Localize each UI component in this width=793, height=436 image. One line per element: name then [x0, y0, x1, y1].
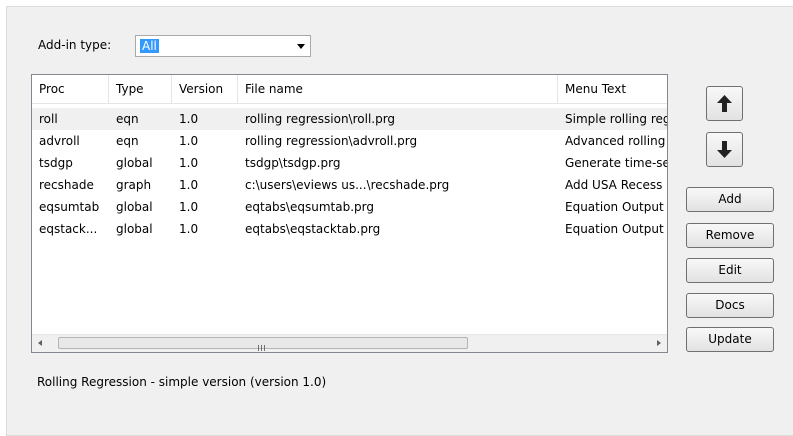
column-header-type[interactable]: Type [109, 75, 172, 103]
scroll-left-icon[interactable] [32, 335, 49, 352]
cell-menu-text: Generate time-se [565, 156, 668, 170]
cell-version: 1.0 [179, 222, 199, 236]
cell-file-name: rolling regression\roll.prg [245, 112, 396, 126]
cell-type: global [116, 200, 153, 214]
chevron-down-icon [297, 44, 305, 49]
cell-version: 1.0 [179, 112, 199, 126]
grip-icon [258, 340, 268, 351]
table-row[interactable]: roll eqn 1.0 rolling regression\roll.prg… [32, 108, 667, 130]
addins-list[interactable]: Proc Type Version File name Menu Text ro… [31, 74, 668, 353]
addin-description: Rolling Regression - simple version (ver… [37, 375, 327, 389]
cell-menu-text: Simple rolling reg [565, 112, 668, 126]
cell-version: 1.0 [179, 178, 199, 192]
cell-type: eqn [116, 134, 139, 148]
cell-menu-text: Equation Output [565, 200, 664, 214]
cell-type: global [116, 222, 153, 236]
scrollbar-thumb[interactable] [58, 337, 468, 351]
move-up-button[interactable] [706, 86, 743, 121]
column-header-version[interactable]: Version [172, 75, 238, 103]
update-button[interactable]: Update [686, 327, 774, 352]
addin-type-dropdown[interactable]: All [135, 35, 311, 57]
column-header-file-name[interactable]: File name [238, 75, 558, 103]
docs-button[interactable]: Docs [686, 293, 774, 318]
move-down-button[interactable] [706, 132, 743, 167]
edit-button[interactable]: Edit [686, 258, 774, 283]
cell-proc: eqstack... [39, 222, 98, 236]
cell-type: global [116, 156, 153, 170]
arrow-down-icon [717, 141, 732, 158]
cell-proc: recshade [39, 178, 94, 192]
cell-proc: eqsumtab [39, 200, 100, 214]
arrow-up-icon [717, 95, 732, 112]
column-header-proc[interactable]: Proc [32, 75, 109, 103]
table-row[interactable]: eqsumtab global 1.0 eqtabs\eqsumtab.prg … [32, 196, 667, 218]
cell-version: 1.0 [179, 200, 199, 214]
cell-file-name: tsdgp\tsdgp.prg [245, 156, 341, 170]
table-row[interactable]: tsdgp global 1.0 tsdgp\tsdgp.prg Generat… [32, 152, 667, 174]
cell-file-name: eqtabs\eqsumtab.prg [245, 200, 374, 214]
table-row[interactable]: recshade graph 1.0 c:\users\eviews us...… [32, 174, 667, 196]
addin-type-label: Add-in type: [38, 38, 112, 52]
remove-button[interactable]: Remove [686, 223, 774, 248]
cell-file-name: eqtabs\eqstacktab.prg [245, 222, 381, 236]
cell-file-name: rolling regression\advroll.prg [245, 134, 418, 148]
scroll-right-icon[interactable] [650, 335, 667, 352]
cell-menu-text: Add USA Recess [565, 178, 663, 192]
table-row[interactable]: advroll eqn 1.0 rolling regression\advro… [32, 130, 667, 152]
table-row[interactable]: eqstack... global 1.0 eqtabs\eqstacktab.… [32, 218, 667, 240]
add-button[interactable]: Add [686, 187, 774, 212]
cell-menu-text: Equation Output [565, 222, 664, 236]
column-header-menu-text[interactable]: Menu Text [558, 75, 667, 103]
cell-menu-text: Advanced rolling [565, 134, 666, 148]
cell-type: eqn [116, 112, 139, 126]
horizontal-scrollbar[interactable] [32, 334, 667, 352]
cell-type: graph [116, 178, 152, 192]
cell-proc: tsdgp [39, 156, 73, 170]
cell-version: 1.0 [179, 134, 199, 148]
cell-proc: roll [39, 112, 58, 126]
addin-type-value: All [140, 39, 159, 53]
cell-proc: advroll [39, 134, 80, 148]
list-header: Proc Type Version File name Menu Text [32, 75, 667, 104]
cell-version: 1.0 [179, 156, 199, 170]
cell-file-name: c:\users\eviews us...\recshade.prg [245, 178, 450, 192]
